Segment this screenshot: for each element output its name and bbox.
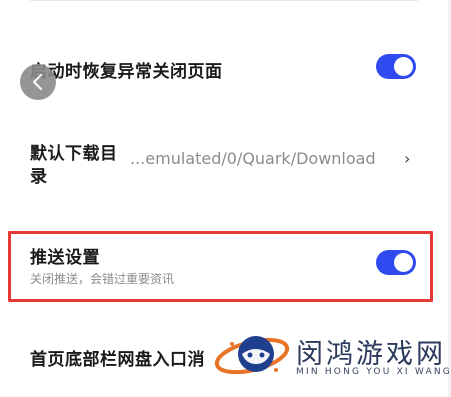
push-settings-toggle[interactable] — [376, 250, 416, 275]
top-divider — [30, 0, 418, 1]
back-button[interactable] — [20, 64, 56, 100]
watermark-subtitle: MIN HONG YOU XI WANG — [296, 367, 451, 377]
chevron-left-icon — [33, 74, 42, 90]
bottom-bar-entry-label: 首页底部栏网盘入口消 — [30, 350, 205, 370]
toggle-knob — [394, 253, 413, 272]
chevron-right-icon: › — [404, 149, 411, 168]
download-dir-label-line2: 录 — [30, 167, 48, 187]
settings-screen: 启动时恢复异常关闭页面 默认下载目 录 ...emulated/0/Quark/… — [0, 0, 451, 397]
push-settings-subtitle: 关闭推送，会错过重要资讯 — [30, 272, 175, 286]
toggle-knob — [394, 57, 413, 76]
download-dir-label-line1: 默认下载目 — [30, 144, 118, 164]
restore-pages-label: 启动时恢复异常关闭页面 — [30, 62, 223, 82]
push-settings-label: 推送设置 — [30, 248, 100, 268]
watermark: 闵鸿游戏网 MIN HONG YOU XI WANG — [212, 324, 450, 388]
download-dir-value: ...emulated/0/Quark/Download — [130, 149, 376, 168]
gamepad-logo-icon — [214, 336, 290, 375]
restore-pages-toggle[interactable] — [376, 54, 416, 79]
watermark-title: 闵鸿游戏网 — [296, 339, 446, 370]
